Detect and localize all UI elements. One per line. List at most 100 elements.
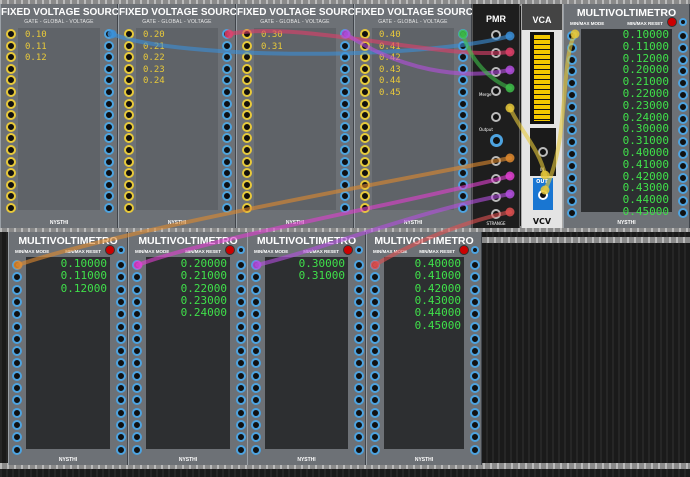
gate-input-jack[interactable] (6, 52, 16, 63)
voltage-input-jack[interactable] (370, 309, 380, 320)
voltage-input-jack[interactable] (251, 333, 261, 344)
voltage-input-jack[interactable] (567, 31, 577, 41)
voltage-output-jack[interactable] (340, 203, 350, 213)
voltage-thru-jack[interactable] (236, 321, 246, 332)
voltage-thru-jack[interactable] (354, 296, 364, 307)
voltage-thru-jack[interactable] (236, 333, 246, 344)
voltage-input-jack[interactable] (12, 346, 22, 357)
voltage-output-jack[interactable] (340, 121, 350, 132)
voltage-output-jack[interactable] (340, 75, 350, 86)
gate-input-jack[interactable] (242, 110, 252, 121)
voltage-input-jack[interactable] (567, 101, 577, 112)
voltage-input-jack[interactable] (567, 90, 577, 100)
gate-input-jack[interactable] (124, 121, 134, 132)
minmax-reset-button[interactable] (459, 245, 469, 255)
voltage-thru-jack[interactable] (354, 419, 364, 430)
voltage-output-jack[interactable] (104, 179, 114, 190)
voltage-input-jack[interactable] (12, 395, 22, 406)
minmax-reset-button[interactable] (105, 245, 115, 255)
voltage-input-jack[interactable] (12, 272, 22, 283)
voltage-input-jack[interactable] (12, 444, 22, 455)
voltage-input-jack[interactable] (251, 284, 261, 295)
gate-input-jack[interactable] (124, 133, 134, 144)
vca-in-jack[interactable] (538, 147, 548, 157)
voltage-output-jack[interactable] (340, 133, 350, 144)
voltage-input-jack[interactable] (370, 260, 380, 270)
gate-input-jack[interactable] (360, 168, 370, 179)
voltage-input-jack[interactable] (251, 309, 261, 320)
gate-input-jack[interactable] (124, 63, 134, 74)
voltage-thru-jack[interactable] (354, 383, 364, 393)
voltage-input-jack[interactable] (12, 333, 22, 344)
voltage-thru-jack[interactable] (236, 284, 246, 295)
minmax-reset-button[interactable] (667, 17, 677, 27)
voltage-input-jack[interactable] (567, 149, 577, 159)
voltage-input-jack[interactable] (251, 272, 261, 283)
voltage-thru-jack[interactable] (678, 54, 688, 65)
voltage-thru-jack[interactable] (116, 358, 126, 369)
voltage-input-jack[interactable] (132, 407, 142, 418)
voltage-thru-jack[interactable] (678, 172, 688, 183)
voltage-output-jack[interactable] (340, 87, 350, 97)
voltage-input-jack[interactable] (132, 346, 142, 357)
voltage-input-jack[interactable] (12, 407, 22, 418)
voltage-thru-jack[interactable] (354, 358, 364, 369)
voltage-input-jack[interactable] (370, 284, 380, 295)
voltage-output-jack[interactable] (222, 133, 232, 144)
voltage-thru-jack[interactable] (236, 419, 246, 430)
voltage-input-jack[interactable] (567, 54, 577, 65)
voltage-thru-jack[interactable] (678, 101, 688, 112)
gate-input-jack[interactable] (124, 87, 134, 97)
voltage-thru-jack[interactable] (116, 407, 126, 418)
merge-input-jack[interactable] (491, 112, 501, 122)
level-slider[interactable] (530, 32, 554, 124)
voltage-input-jack[interactable] (132, 432, 142, 443)
voltage-thru-jack[interactable] (354, 407, 364, 418)
voltage-thru-jack[interactable] (116, 272, 126, 283)
voltage-input-jack[interactable] (567, 160, 577, 171)
gate-input-jack[interactable] (124, 40, 134, 51)
voltage-thru-jack[interactable] (354, 284, 364, 295)
reset-input-jack[interactable] (679, 18, 687, 26)
voltage-input-jack[interactable] (251, 395, 261, 406)
voltage-thru-jack[interactable] (678, 42, 688, 53)
voltage-output-jack[interactable] (104, 121, 114, 132)
voltage-thru-jack[interactable] (470, 383, 480, 393)
voltage-output-jack[interactable] (222, 145, 232, 155)
voltage-thru-jack[interactable] (116, 383, 126, 393)
voltage-input-jack[interactable] (370, 358, 380, 369)
gate-input-jack[interactable] (6, 179, 16, 190)
voltage-output-jack[interactable] (104, 98, 114, 109)
gate-input-jack[interactable] (242, 98, 252, 109)
voltage-thru-jack[interactable] (470, 432, 480, 443)
voltage-input-jack[interactable] (12, 296, 22, 307)
gate-input-jack[interactable] (124, 29, 134, 39)
merge-input-jack[interactable] (491, 86, 501, 96)
voltage-output-jack[interactable] (340, 98, 350, 109)
voltage-input-jack[interactable] (370, 333, 380, 344)
voltage-output-jack[interactable] (222, 87, 232, 97)
merge-input-jack[interactable] (491, 192, 501, 202)
gate-input-jack[interactable] (242, 40, 252, 51)
voltage-output-jack[interactable] (458, 98, 468, 109)
voltage-thru-jack[interactable] (354, 272, 364, 283)
voltage-thru-jack[interactable] (236, 370, 246, 381)
gate-input-jack[interactable] (242, 52, 252, 63)
gate-input-jack[interactable] (360, 133, 370, 144)
voltage-output-jack[interactable] (340, 110, 350, 121)
voltage-output-jack[interactable] (104, 133, 114, 144)
voltage-input-jack[interactable] (12, 321, 22, 332)
gate-input-jack[interactable] (242, 87, 252, 97)
voltage-output-jack[interactable] (104, 63, 114, 74)
gate-input-jack[interactable] (242, 121, 252, 132)
voltage-thru-jack[interactable] (470, 272, 480, 283)
voltage-thru-jack[interactable] (470, 260, 480, 270)
voltage-output-jack[interactable] (340, 29, 350, 39)
voltage-thru-jack[interactable] (236, 358, 246, 369)
minmax-reset-button[interactable] (225, 245, 235, 255)
voltage-input-jack[interactable] (132, 395, 142, 406)
voltage-output-jack[interactable] (222, 156, 232, 167)
gate-input-jack[interactable] (360, 156, 370, 167)
voltage-thru-jack[interactable] (354, 309, 364, 320)
gate-input-jack[interactable] (360, 191, 370, 202)
